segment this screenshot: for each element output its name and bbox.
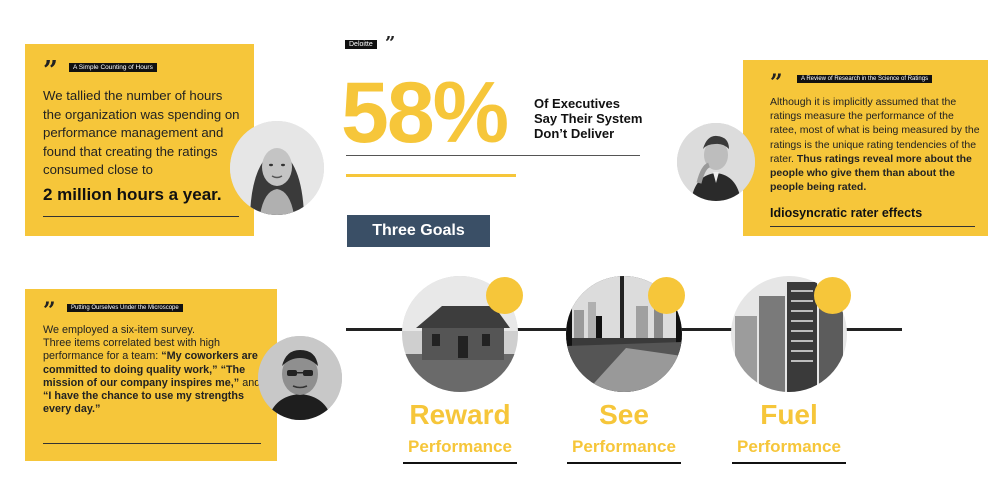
stat-value: 58% (341, 65, 509, 161)
stat-caption: Of Executives Say Their System Don’t Del… (534, 96, 642, 141)
survey-card-line1: We employed a six-item survey. (43, 324, 196, 336)
research-card-highlight: Idiosyncratic rater effects (770, 206, 923, 220)
stat-yellow-bar (346, 174, 516, 177)
goal-1-accent-dot (486, 277, 523, 314)
goal-2-sub: Performance (572, 437, 676, 456)
source-tag: Deloitte (345, 40, 377, 49)
goal-3-underline (732, 462, 846, 464)
goal-1-sub: Performance (408, 437, 512, 456)
research-card-text: Although it is implicitly assumed that t… (770, 95, 982, 194)
research-card: ” A Review of Research in the Science of… (743, 60, 988, 236)
hours-card-body: We tallied the number of hours the organ… (43, 88, 240, 177)
goal-2-accent-dot (648, 277, 685, 314)
quote-mark-icon: ” (770, 70, 783, 96)
goal-2-word: See (599, 399, 649, 430)
goal-2-underline (567, 462, 681, 464)
hours-card: ” A Simple Counting of Hours We tallied … (25, 44, 254, 236)
survey-card-text: We employed a six-item survey. Three ite… (43, 324, 268, 416)
survey-card-quote3: “I have the chance to use my strengths e… (43, 390, 245, 416)
goal-1-underline (403, 462, 517, 464)
survey-card-divider (43, 443, 261, 444)
research-card-tag: A Review of Research in the Science of R… (797, 75, 933, 83)
woman-portrait (230, 121, 324, 215)
hours-card-tag: A Simple Counting of Hours (69, 63, 157, 72)
goal-1-word: Reward (409, 399, 511, 430)
stat-caption-line1: Of Executives (534, 96, 620, 111)
research-card-divider (770, 226, 975, 227)
quote-mark-icon: ” (43, 56, 58, 86)
hours-card-highlight: 2 million hours a year. (43, 185, 222, 204)
research-card-bold: Thus ratings reveal more about the peopl… (770, 152, 972, 194)
man-glasses-portrait (258, 336, 342, 420)
goal-3-word: Fuel (760, 399, 818, 430)
quote-mark-icon: ” (385, 33, 396, 54)
survey-card: ” Putting Ourselves Under the Microscope… (25, 289, 277, 461)
three-goals-header: Three Goals (347, 215, 490, 247)
goal-3-accent-dot (814, 277, 851, 314)
goal-3-sub: Performance (737, 437, 841, 456)
survey-card-tag: Putting Ourselves Under the Microscope (67, 304, 183, 312)
man-thinking-portrait (677, 123, 755, 201)
stat-divider (346, 155, 640, 156)
stat-caption-line3: Don’t Deliver (534, 126, 615, 141)
stat-caption-line2: Say Their System (534, 111, 643, 126)
quote-mark-icon: ” (43, 298, 56, 324)
hours-card-divider (43, 216, 239, 217)
